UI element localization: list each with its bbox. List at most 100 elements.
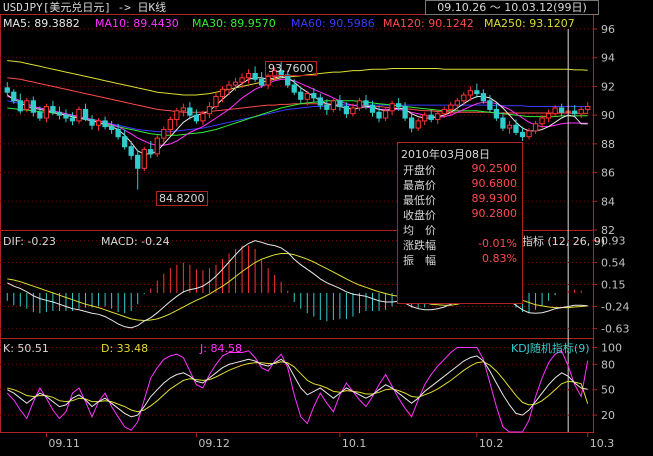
kdj-y-tick-label: 100 [601, 341, 622, 354]
k-line [7, 355, 588, 418]
candle-body [552, 107, 558, 115]
x-tick-label: 09.12 [198, 437, 230, 450]
main-y-tick-label: 96 [601, 23, 615, 36]
candle-body [467, 90, 473, 96]
candle-body [180, 107, 187, 112]
candle-body [506, 124, 513, 129]
candle-body [395, 103, 402, 108]
symbol-title: USDJPY[美元兑日元] -> 日K线 [3, 1, 167, 14]
popup-row-value: 89.9300 [471, 192, 518, 205]
candle-body [37, 111, 43, 119]
popup-row-high: 最高价 90.6800 [403, 177, 519, 192]
ma120-legend: MA120: 90.1242 [383, 17, 474, 30]
candle-body [265, 75, 271, 86]
ma10-line [7, 78, 588, 146]
k-legend: K: 50.51 [3, 342, 49, 355]
candle-body [206, 106, 213, 115]
candle-body [69, 117, 76, 122]
x-tick-label: 10.2 [479, 437, 504, 450]
x-tick-label: 10.1 [342, 437, 367, 450]
candle-body [402, 106, 408, 119]
popup-row-amplitude: 振 幅 0.83% [403, 252, 519, 267]
info-popup: 2010年03月08日 开盘价 90.2500 最高价 90.6800 最低价 89.… [397, 142, 523, 304]
macd-y-tick-label: 0.15 [601, 279, 626, 292]
popup-row-low: 最低价 89.9300 [403, 192, 519, 207]
date-range-box: 09.10.26 ～ 10.03.12(99日) [425, 0, 599, 15]
ma60-legend: MA60: 90.5986 [291, 17, 375, 30]
candle-body [252, 73, 258, 80]
x-tick-label: 10.3 [590, 437, 615, 450]
candle-body [128, 146, 134, 156]
popup-row-open: 开盘价 90.2500 [403, 162, 519, 177]
popup-row-value: 0.83% [482, 252, 517, 265]
candle-body [135, 154, 141, 169]
candle-body [102, 120, 108, 128]
popup-row-label: 涨跌幅 [403, 239, 436, 252]
high-price-label: 93.7600 [265, 61, 317, 76]
candle-body [239, 77, 245, 83]
candle-body [148, 149, 154, 155]
candle-body [500, 117, 506, 129]
candle-body [141, 149, 147, 169]
candle-body [363, 100, 369, 106]
candle-body [382, 110, 389, 119]
popup-row-value: 90.6800 [471, 177, 518, 190]
candle-body [30, 100, 37, 113]
candle-body [115, 129, 121, 138]
main-y-tick-label: 90 [601, 109, 615, 122]
chart-canvas: 96949290888684820.930.540.15-0.24-0.6310… [0, 14, 629, 450]
popup-row-change: 涨跌幅 -0.01% [403, 237, 519, 252]
popup-row-value: 90.2800 [471, 207, 518, 220]
macd-legend: MACD: -0.24 [101, 235, 170, 248]
candle-body [545, 113, 552, 119]
candle-body [200, 113, 206, 122]
candle-body [50, 106, 56, 113]
popup-row-label: 开盘价 [403, 164, 436, 177]
candle-body [89, 118, 95, 126]
candle-body [193, 114, 200, 122]
ma5-legend: MA5: 89.3882 [3, 17, 80, 30]
popup-row-label: 收盘价 [403, 209, 436, 222]
candle-body [480, 93, 487, 102]
ma30-legend: MA30: 89.9570 [192, 17, 276, 30]
candle-body [298, 91, 304, 100]
ma10-legend: MA10: 89.4430 [95, 17, 179, 30]
candle-body [76, 108, 82, 122]
candle-body [108, 126, 115, 130]
candle-body [448, 104, 454, 110]
candle-body [258, 78, 265, 86]
candle-body [435, 113, 441, 120]
candle-body [11, 91, 17, 102]
popup-row-label: 振 幅 [403, 254, 436, 267]
dif-legend: DIF: -0.23 [3, 235, 56, 248]
main-y-tick-label: 94 [601, 52, 615, 65]
candle-body [493, 108, 500, 119]
kdj-y-tick-label: 20 [601, 409, 615, 422]
popup-row-close: 收盘价 90.2800 [403, 207, 519, 222]
date-range-text: 09.10.26 ～ 10.03.12(99日) [437, 1, 587, 14]
candle-body [167, 118, 173, 130]
candle-body [422, 114, 428, 122]
candle-body [161, 129, 167, 139]
candle-body [4, 87, 10, 93]
low-price-label: 84.8200 [156, 191, 208, 206]
candle-body [17, 100, 23, 112]
candle-body [311, 93, 317, 99]
candle-body [356, 100, 363, 109]
candle-body [558, 107, 565, 113]
popup-row-avg: 均 价 [403, 222, 519, 237]
candle-body [513, 124, 519, 133]
candle-body [337, 100, 343, 108]
main-y-tick-label: 88 [601, 138, 615, 151]
macd-y-tick-label: -0.24 [601, 300, 629, 313]
candle-body [24, 100, 30, 110]
popup-row-value: 90.2500 [471, 162, 518, 175]
ma250-legend: MA250: 93.1207 [484, 17, 575, 30]
x-tick-label: 09.11 [48, 437, 79, 450]
candle-body [585, 106, 591, 110]
candle-body [389, 103, 395, 112]
candle-body [330, 100, 337, 110]
popup-row-label: 均 价 [403, 224, 436, 237]
candle-body [428, 114, 434, 120]
popup-row-value: -0.01% [478, 237, 517, 250]
